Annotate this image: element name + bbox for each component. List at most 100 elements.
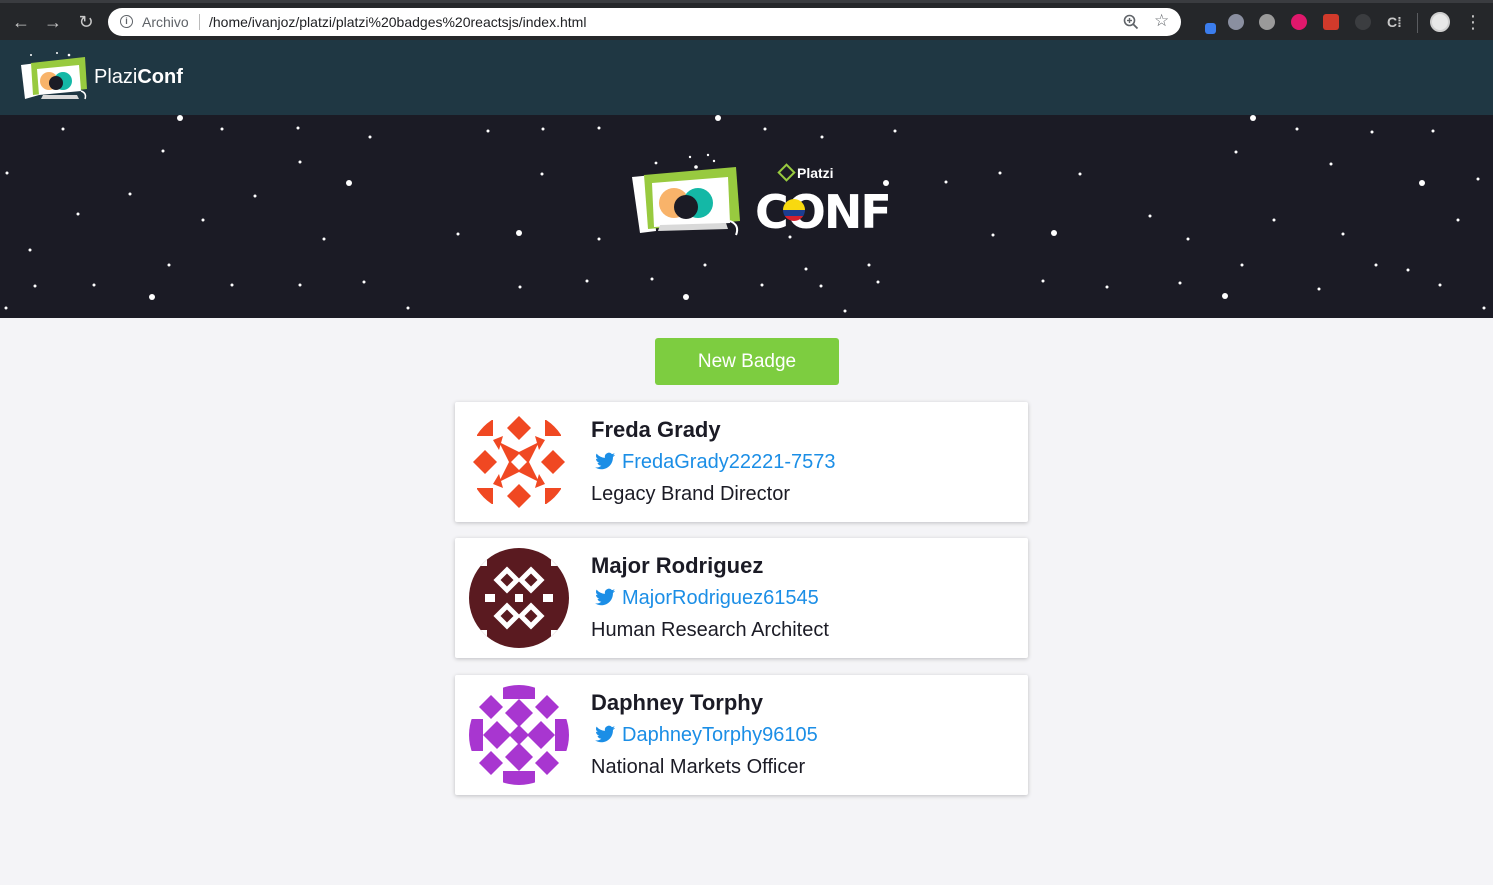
star-dot [161,149,165,153]
star-dot [406,306,410,310]
star-dot [1041,279,1045,283]
extension-red-icon[interactable] [1323,14,1339,30]
star-dot [1272,218,1276,222]
avatar [469,685,569,785]
star-dot [368,135,372,139]
reload-icon[interactable]: ↻ [73,9,99,35]
star-dot [76,212,80,216]
star-dot [1178,281,1182,285]
star-dot [1374,263,1378,267]
extension-grey-icon[interactable] [1259,14,1275,30]
hero-conf-label: CONF [755,185,892,239]
star-dot [253,194,257,198]
info-icon[interactable]: i [120,15,133,28]
twitter-icon [595,452,616,470]
menu-kebab-icon[interactable]: ⋮ [1464,12,1482,32]
star-dot [92,283,96,287]
star-dot [1295,127,1299,131]
extension-dark-icon[interactable] [1355,14,1371,30]
twitter-icon [595,588,616,606]
star-dot [1329,162,1333,166]
brand-light-text: Plazi [94,66,138,88]
badge-list-item[interactable]: Daphney Torphy DaphneyTorphy96105 Nation… [455,675,1028,795]
new-badge-button[interactable]: New Badge [655,338,839,385]
star-dot [1341,232,1345,236]
identicon-avatar-icon [469,412,569,512]
star-dot [516,230,522,236]
colombia-flag-icon [783,199,805,221]
star-dot [1105,285,1109,289]
address-bar[interactable]: i Archivo /home/ivanjoz/platzi/platzi%20… [108,8,1181,36]
profile-avatar-icon[interactable] [1430,12,1450,32]
star-dot [33,284,37,288]
star-dot [362,280,366,284]
badge-job-title: National Markets Officer [591,756,806,778]
extension-spy-icon[interactable] [1228,14,1244,30]
star-dot [1438,283,1442,287]
star-dot [1419,180,1425,186]
extension-pink-icon[interactable] [1291,14,1307,30]
hero-banner: Platzi CONF [0,115,1493,318]
star-dot [1234,150,1238,154]
extension-color-icon[interactable] [1205,23,1216,34]
star-dot [518,285,522,289]
toolbar-divider [1417,13,1418,33]
twitter-handle-link[interactable]: MajorRodriguez61545 [622,587,819,610]
star-dot [1406,268,1410,272]
star-dot [298,283,302,287]
star-dot [1078,172,1082,176]
back-arrow-icon[interactable]: ← [8,9,34,35]
omnibox-label: Archivo [142,14,189,30]
omnibox-divider [199,14,200,30]
twitter-handle-link[interactable]: FredaGrady22221-7573 [622,451,835,474]
star-dot [876,280,880,284]
badge-name: Major Rodriguez [591,553,764,578]
twitter-icon [595,725,616,743]
identicon-avatar-icon [469,685,569,785]
star-dot [167,263,171,267]
badge-list-item[interactable]: Freda Grady FredaGrady22221-7573 Legacy … [455,402,1028,522]
zoom-icon[interactable] [1122,13,1140,31]
avatar [469,548,569,648]
star-dot [597,126,601,130]
star-dot [1222,293,1228,299]
navbar-brand[interactable]: PlaziConf [94,66,183,89]
star-dot [322,237,326,241]
twitter-handle-link[interactable]: DaphneyTorphy96105 [622,724,818,747]
star-dot [1431,129,1435,133]
star-dot [991,233,995,237]
star-dot [149,294,155,300]
forward-arrow-icon[interactable]: → [40,9,66,35]
star-dot [456,232,460,236]
star-dot [1370,130,1374,134]
star-dot [296,126,300,130]
platziconf-logo-icon[interactable] [17,51,95,103]
star-dot [597,237,601,241]
badge-job-title: Human Research Architect [591,619,829,641]
star-dot [1051,230,1057,236]
star-dot [944,180,948,184]
starfield-background [4,115,1486,313]
browser-toolbar: ← → ↻ i Archivo /home/ivanjoz/platzi/pla… [0,0,1493,40]
star-dot [5,171,9,175]
star-dot [893,129,897,133]
star-dot [61,127,65,131]
star-dot [201,218,205,222]
star-dot [585,279,589,283]
star-dot [1148,214,1152,218]
url-text[interactable]: /home/ivanjoz/platzi/platzi%20badges%20r… [209,14,586,30]
star-dot [1456,218,1460,222]
badge-list-item[interactable]: Major Rodriguez MajorRodriguez61545 Huma… [455,538,1028,658]
badge-job-title: Legacy Brand Director [591,483,790,505]
star-dot [486,129,490,133]
badge-name: Freda Grady [591,417,721,442]
star-dot [763,127,767,131]
brand-bold-text: Conf [137,66,183,88]
extension-c-icon[interactable]: C⁞ [1387,14,1403,30]
star-dot [703,263,707,267]
identicon-avatar-icon [469,548,569,648]
bookmark-star-icon[interactable]: ☆ [1154,11,1169,31]
star-dot [1476,177,1480,181]
star-dot [1250,115,1256,121]
star-dot [230,283,234,287]
